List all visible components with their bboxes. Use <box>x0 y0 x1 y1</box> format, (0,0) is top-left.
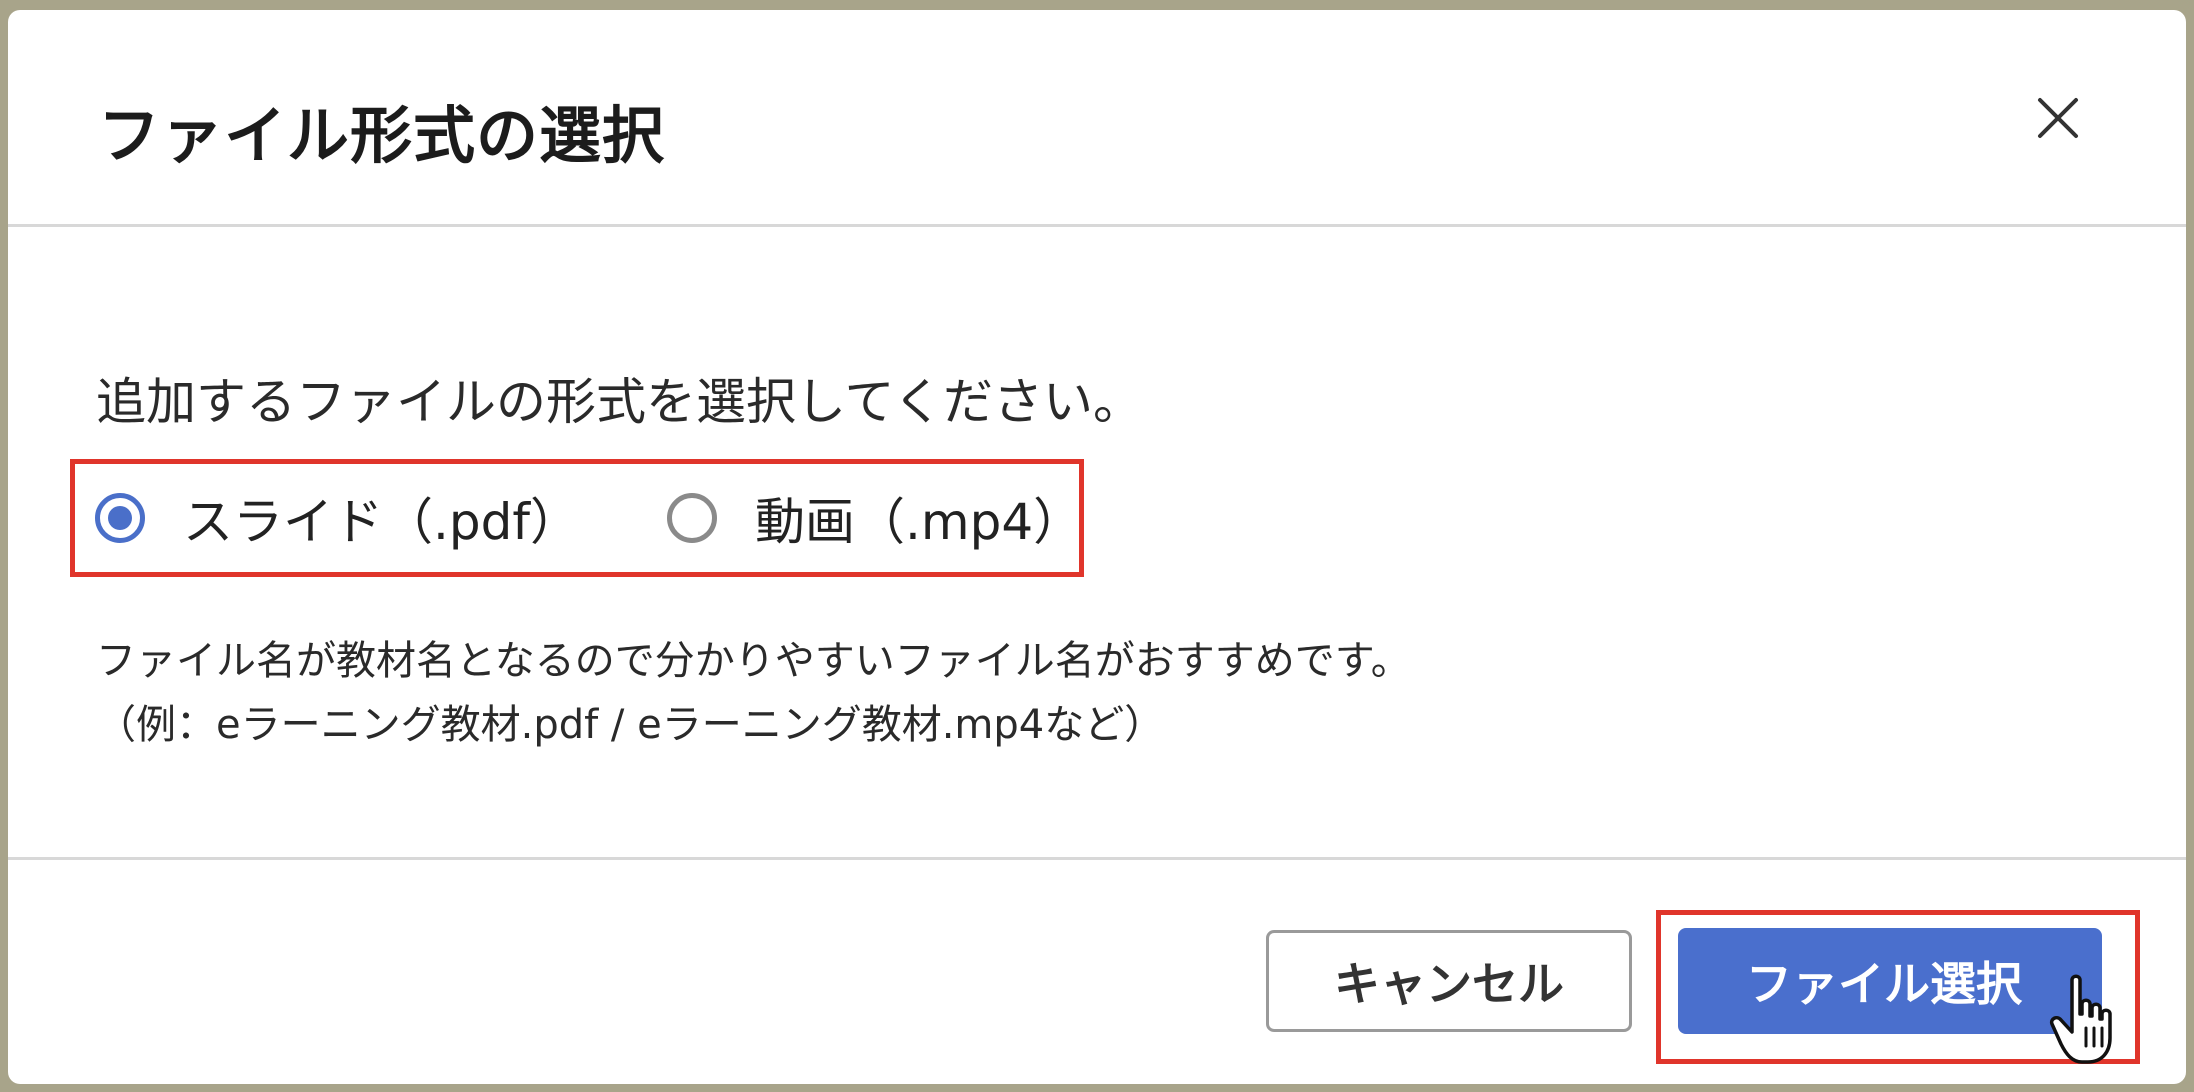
dialog-footer: キャンセル ファイル選択 <box>8 857 2186 1084</box>
radio-button-unchecked[interactable] <box>667 493 717 543</box>
hand-pointer-icon <box>2049 974 2112 1064</box>
radio-option-pdf[interactable]: スライド（.pdf） <box>95 464 580 572</box>
dialog-header: ファイル形式の選択 <box>8 10 2186 227</box>
radio-label-pdf: スライド（.pdf） <box>183 493 580 551</box>
radio-option-mp4[interactable]: 動画（.mp4） <box>667 464 1083 572</box>
radio-label-mp4: 動画（.mp4） <box>755 493 1084 551</box>
file-format-dialog: ファイル形式の選択 追加するファイルの形式を選択してください。 スライド（.pd… <box>8 10 2186 1084</box>
hint-line-2: （例：eラーニング教材.pdf / eラーニング教材.mp4など） <box>96 702 1165 748</box>
close-icon <box>2038 98 2078 138</box>
filename-hint: ファイル名が教材名となるので分かりやすいファイル名がおすすめです。 （例：eラー… <box>96 629 1411 757</box>
dialog-title: ファイル形式の選択 <box>98 99 666 172</box>
select-file-button[interactable]: ファイル選択 <box>1678 928 2102 1034</box>
instruction-text: 追加するファイルの形式を選択してください。 <box>96 373 1143 431</box>
file-format-radio-group: スライド（.pdf） 動画（.mp4） <box>70 459 1084 577</box>
hint-line-1: ファイル名が教材名となるので分かりやすいファイル名がおすすめです。 <box>96 638 1411 684</box>
cancel-button[interactable]: キャンセル <box>1266 930 1632 1032</box>
close-button[interactable] <box>2028 88 2088 148</box>
radio-button-checked[interactable] <box>95 493 145 543</box>
dialog-body: 追加するファイルの形式を選択してください。 スライド（.pdf） 動画（.mp4… <box>8 227 2186 857</box>
